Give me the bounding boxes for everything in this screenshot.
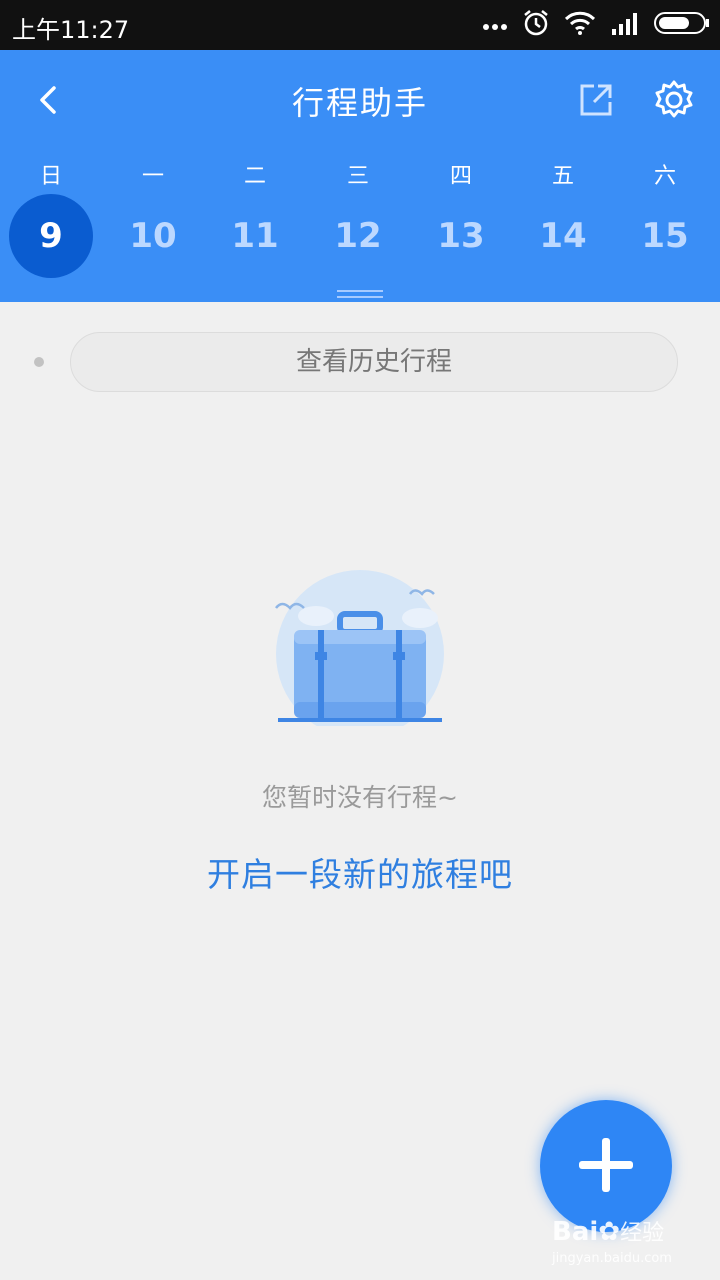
wifi-icon (564, 11, 596, 39)
share-button[interactable] (576, 80, 616, 120)
date-number[interactable]: 9 (9, 194, 93, 278)
day-tuesday[interactable]: 二 11 (204, 150, 306, 290)
gear-icon (655, 80, 693, 118)
day-saturday[interactable]: 六 15 (614, 150, 716, 290)
empty-message: 您暂时没有行程~ (262, 783, 458, 812)
more-dots-icon (482, 16, 508, 35)
day-monday[interactable]: 一 10 (102, 150, 204, 290)
share-icon (580, 84, 612, 116)
battery-icon (654, 11, 710, 39)
status-icons (482, 9, 710, 41)
status-bar: 上午11:27 (0, 0, 720, 50)
date-number[interactable]: 13 (419, 194, 503, 278)
day-wednesday[interactable]: 三 12 (307, 150, 409, 290)
weekday-label: 三 (346, 164, 369, 189)
day-thursday[interactable]: 四 13 (410, 150, 512, 290)
plus-icon (579, 1138, 633, 1192)
baidu-watermark: Bai✿经验 jingyan.baidu.com (548, 1215, 718, 1275)
alarm-icon (522, 9, 550, 41)
view-history-button[interactable]: 查看历史行程 (70, 332, 678, 392)
date-number[interactable]: 11 (213, 194, 297, 278)
week-calendar: 日 9 一 10 二 11 三 12 四 13 五 14 六 15 (0, 150, 720, 290)
date-number[interactable]: 15 (623, 194, 707, 278)
add-trip-button[interactable] (540, 1100, 672, 1232)
settings-button[interactable] (652, 78, 696, 122)
watermark-url: jingyan.baidu.com (552, 1251, 672, 1266)
start-new-trip-link[interactable]: 开启一段新的旅程吧 (0, 848, 720, 896)
weekday-label: 一 (141, 164, 164, 189)
weekday-label: 六 (653, 164, 676, 189)
date-number[interactable]: 14 (521, 194, 605, 278)
weekday-label: 日 (39, 164, 62, 189)
signal-icon (610, 11, 640, 39)
day-sunday[interactable]: 日 9 (0, 150, 102, 290)
suitcase-icon (270, 566, 450, 738)
weekday-label: 四 (449, 164, 472, 189)
date-number[interactable]: 10 (111, 194, 195, 278)
timeline-dot (34, 357, 44, 367)
weekday-label: 五 (551, 164, 574, 189)
date-number[interactable]: 12 (316, 194, 400, 278)
expand-handle[interactable] (337, 290, 383, 298)
status-time: 上午11:27 (12, 16, 130, 44)
watermark-logo: Bai✿经验 (552, 1217, 665, 1247)
app-header: 行程助手 日 9 一 10 二 11 三 12 四 13 五 14 六 15 (0, 50, 720, 302)
day-friday[interactable]: 五 14 (512, 150, 614, 290)
weekday-label: 二 (243, 164, 266, 189)
paw-icon: ✿ (598, 1217, 621, 1247)
